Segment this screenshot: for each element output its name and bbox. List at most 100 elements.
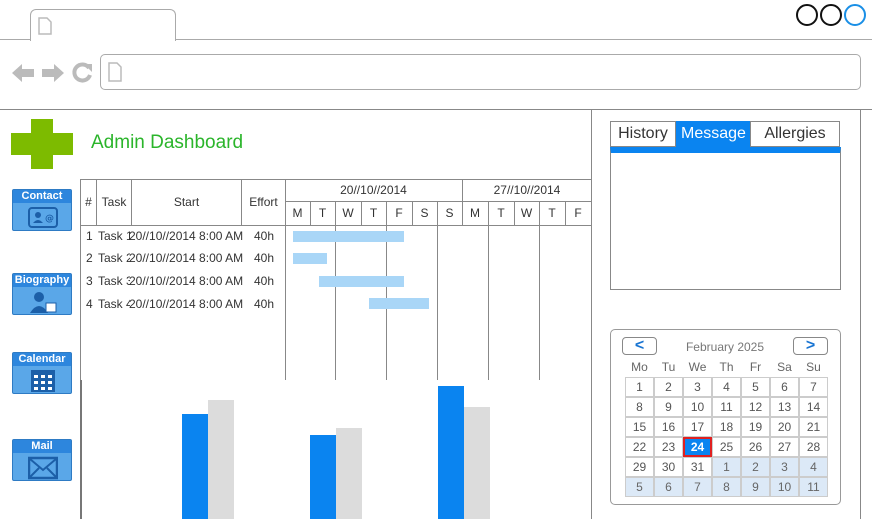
weekday-label: Su: [806, 360, 821, 374]
chart-bar: [208, 400, 234, 519]
calendar-day[interactable]: 5: [741, 377, 770, 397]
calendar-day[interactable]: 21: [799, 417, 828, 437]
gantt-day-label: S: [420, 206, 429, 220]
table-row-start: 20//10//2014 8:00 AM: [129, 229, 244, 243]
calendar-day[interactable]: 2: [654, 377, 683, 397]
calendar-day[interactable]: 30: [654, 457, 683, 477]
calendar-day[interactable]: 11: [712, 397, 741, 417]
calendar-day[interactable]: 26: [741, 437, 770, 457]
close-button[interactable]: [844, 4, 866, 26]
calendar-day[interactable]: 13: [770, 397, 799, 417]
calendar-day[interactable]: 28: [799, 437, 828, 457]
weekday-label: We: [688, 360, 707, 374]
gantt-day-label: T: [548, 206, 556, 220]
chart-bar: [310, 435, 336, 519]
browser-tab[interactable]: [30, 9, 176, 41]
table-row-num: 1: [86, 229, 93, 243]
person-icon: [30, 292, 57, 313]
chart-bar: [336, 428, 362, 519]
nav-calendar-button[interactable]: Calendar: [12, 352, 72, 394]
calendar-day-other-month[interactable]: 6: [654, 477, 683, 497]
weekday-label: Sa: [777, 360, 792, 374]
calendar-day[interactable]: 20: [770, 417, 799, 437]
calendar-day[interactable]: 15: [625, 417, 654, 437]
calendar-day[interactable]: 23: [654, 437, 683, 457]
gantt-week-label: 27//10//2014: [493, 183, 561, 197]
gantt-header-start: Start: [173, 195, 200, 209]
table-row-task: Task 2: [98, 251, 130, 265]
maximize-button[interactable]: [820, 4, 842, 26]
chart-bar: [464, 407, 490, 519]
nav-calendar-label: Calendar: [13, 353, 71, 366]
gantt-day-label: W: [520, 206, 533, 220]
table-row-start: 20//10//2014 8:00 AM: [129, 274, 244, 288]
calendar-day[interactable]: 3: [683, 377, 712, 397]
forward-arrow-icon[interactable]: [40, 62, 66, 84]
calendar-day-other-month[interactable]: 1: [712, 457, 741, 477]
nav-mail-button[interactable]: Mail: [12, 439, 72, 481]
gantt-bar-task-2[interactable]: [293, 253, 327, 264]
calendar-day[interactable]: 10: [683, 397, 712, 417]
table-row-effort: 40h: [254, 251, 275, 265]
nav-biography-button[interactable]: Biography: [12, 273, 72, 315]
table-row-num: 2: [86, 251, 93, 265]
calendar-day[interactable]: 22: [625, 437, 654, 457]
gantt-header-task: Task: [101, 195, 127, 209]
tab-allergies[interactable]: Allergies: [750, 121, 840, 147]
calendar-day[interactable]: 29: [625, 457, 654, 477]
reload-icon[interactable]: [70, 61, 94, 85]
nav-contact-button[interactable]: Contact @: [12, 189, 72, 231]
calendar-day-today[interactable]: 24: [683, 437, 712, 457]
calendar-day[interactable]: 12: [741, 397, 770, 417]
calendar-day-other-month[interactable]: 7: [683, 477, 712, 497]
medical-cross-logo: [11, 119, 73, 169]
calendar-day[interactable]: 8: [625, 397, 654, 417]
calendar-day[interactable]: 16: [654, 417, 683, 437]
gantt-day-label: F: [574, 206, 582, 220]
table-row-num: 3: [86, 274, 93, 288]
calendar-day[interactable]: 25: [712, 437, 741, 457]
tab-content-panel: [610, 147, 841, 290]
gantt-day-label: M: [292, 206, 303, 220]
calendar-day-other-month[interactable]: 4: [799, 457, 828, 477]
table-row-task: Task 3: [98, 274, 130, 288]
calendar-day[interactable]: 27: [770, 437, 799, 457]
address-bar[interactable]: [100, 54, 861, 90]
calendar-day-other-month[interactable]: 10: [770, 477, 799, 497]
calendar-day[interactable]: 17: [683, 417, 712, 437]
back-arrow-icon[interactable]: [10, 62, 36, 84]
gantt-bar-task-1[interactable]: [293, 231, 404, 242]
calendar-day[interactable]: 14: [799, 397, 828, 417]
calendar-day[interactable]: 9: [654, 397, 683, 417]
calendar-day-other-month[interactable]: 8: [712, 477, 741, 497]
gantt-bar-task-4[interactable]: [369, 298, 429, 309]
calendar-day-other-month[interactable]: 3: [770, 457, 799, 477]
next-month-button[interactable]: >: [793, 337, 828, 355]
calendar-day[interactable]: 1: [625, 377, 654, 397]
divider: [488, 202, 489, 380]
calendar-day-other-month[interactable]: 11: [799, 477, 828, 497]
calendar-day[interactable]: 7: [799, 377, 828, 397]
calendar-day[interactable]: 19: [741, 417, 770, 437]
calendar-day-other-month[interactable]: 9: [741, 477, 770, 497]
prev-month-button[interactable]: <: [622, 337, 657, 355]
gantt-day-label: T: [318, 206, 327, 220]
calendar-day-other-month[interactable]: 5: [625, 477, 654, 497]
calendar-day[interactable]: 4: [712, 377, 741, 397]
calendar-month-label: February 2025: [685, 340, 765, 354]
divider: [539, 202, 540, 380]
table-row-effort: 40h: [254, 297, 275, 311]
page-icon: [108, 62, 122, 82]
tab-history[interactable]: History: [610, 121, 676, 147]
tab-message[interactable]: Message: [676, 121, 751, 147]
svg-text:@: @: [45, 214, 54, 224]
minimize-button[interactable]: [796, 4, 818, 26]
calendar-day-other-month[interactable]: 2: [741, 457, 770, 477]
mail-icon: [28, 456, 58, 480]
calendar-day[interactable]: 18: [712, 417, 741, 437]
gantt-day-label: F: [395, 206, 403, 220]
calendar-day[interactable]: 31: [683, 457, 712, 477]
calendar-day[interactable]: 6: [770, 377, 799, 397]
gantt-bar-task-3[interactable]: [319, 276, 404, 287]
gantt-header-effort: Effort: [249, 195, 278, 209]
